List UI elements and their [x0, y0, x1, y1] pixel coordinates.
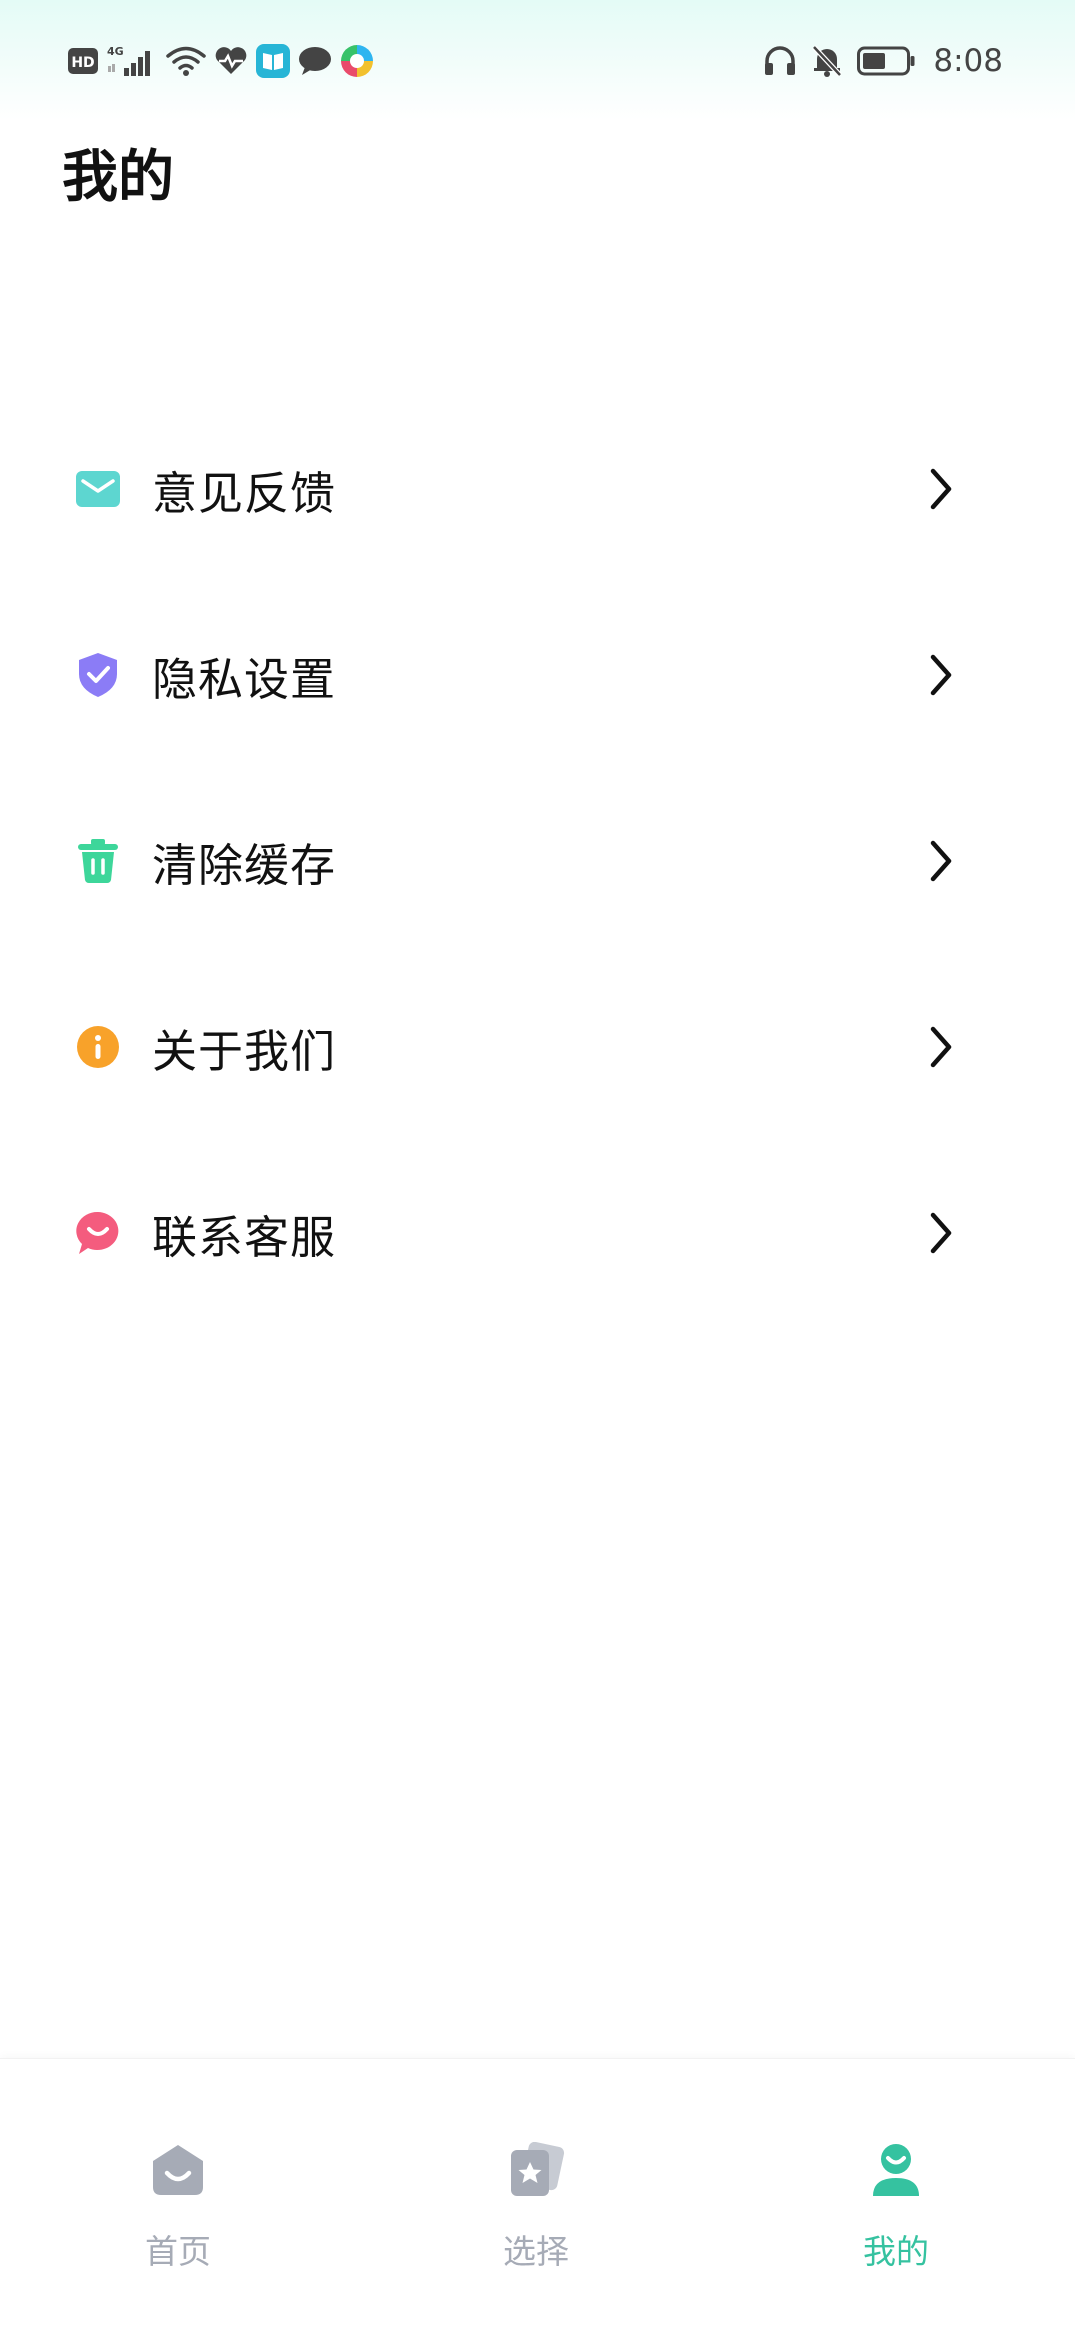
tab-label: 首页 [145, 2232, 211, 2271]
menu-item-privacy[interactable]: 隐私设置 [0, 582, 1075, 768]
menu-item-label: 清除缓存 [152, 838, 337, 892]
chevron-right-icon [925, 465, 957, 513]
chevron-right-icon [925, 1209, 957, 1257]
star-cards-icon [505, 2139, 567, 2201]
user-icon [865, 2139, 927, 2201]
bell-muted-icon [811, 44, 843, 78]
tab-label: 我的 [863, 2232, 929, 2271]
menu-item-clear-cache[interactable]: 清除缓存 [0, 768, 1075, 954]
wifi-icon [166, 45, 206, 77]
menu-item-label: 联系客服 [152, 1210, 337, 1264]
hd-icon: HD [68, 48, 98, 74]
menu-item-about-us[interactable]: 关于我们 [0, 954, 1075, 1140]
health-icon [214, 46, 248, 76]
status-left-icons: HD 4G [68, 40, 374, 82]
svg-text:HD: HD [71, 55, 94, 71]
menu-item-label: 关于我们 [152, 1024, 337, 1078]
chevron-right-icon [925, 837, 957, 885]
home-icon [147, 2139, 209, 2201]
colorful-app-icon [340, 44, 374, 78]
mail-icon [74, 465, 122, 513]
svg-text:4G: 4G [107, 45, 124, 58]
4g-signal-icon: 4G [106, 44, 158, 78]
shield-check-icon [74, 651, 122, 699]
status-right-icons: 8:08 [763, 40, 1003, 82]
tab-mine[interactable]: 我的 [796, 2139, 996, 2289]
info-icon [74, 1023, 122, 1071]
menu-item-feedback[interactable]: 意见反馈 [0, 396, 1075, 582]
page-title: 我的 [62, 145, 174, 210]
bottom-tab-bar: 首页 选择 我的 [0, 2058, 1075, 2336]
message-icon [298, 46, 332, 76]
chevron-right-icon [925, 1023, 957, 1071]
menu-item-label: 隐私设置 [152, 652, 337, 706]
headphones-icon [763, 45, 797, 77]
tab-label: 选择 [503, 2232, 569, 2271]
settings-menu: 意见反馈 隐私设置 清除缓存 关于我们 联系客服 [0, 396, 1075, 1326]
chevron-right-icon [925, 651, 957, 699]
chat-smile-icon [74, 1209, 122, 1257]
battery-icon [857, 46, 915, 76]
status-bar: HD 4G 8:08 [0, 0, 1075, 120]
tab-select[interactable]: 选择 [436, 2139, 636, 2289]
menu-item-label: 意见反馈 [152, 466, 337, 520]
trash-icon [74, 837, 122, 885]
tab-home[interactable]: 首页 [78, 2139, 278, 2289]
menu-item-customer-service[interactable]: 联系客服 [0, 1140, 1075, 1326]
clock-time: 8:08 [933, 43, 1003, 79]
book-app-icon [256, 44, 290, 78]
